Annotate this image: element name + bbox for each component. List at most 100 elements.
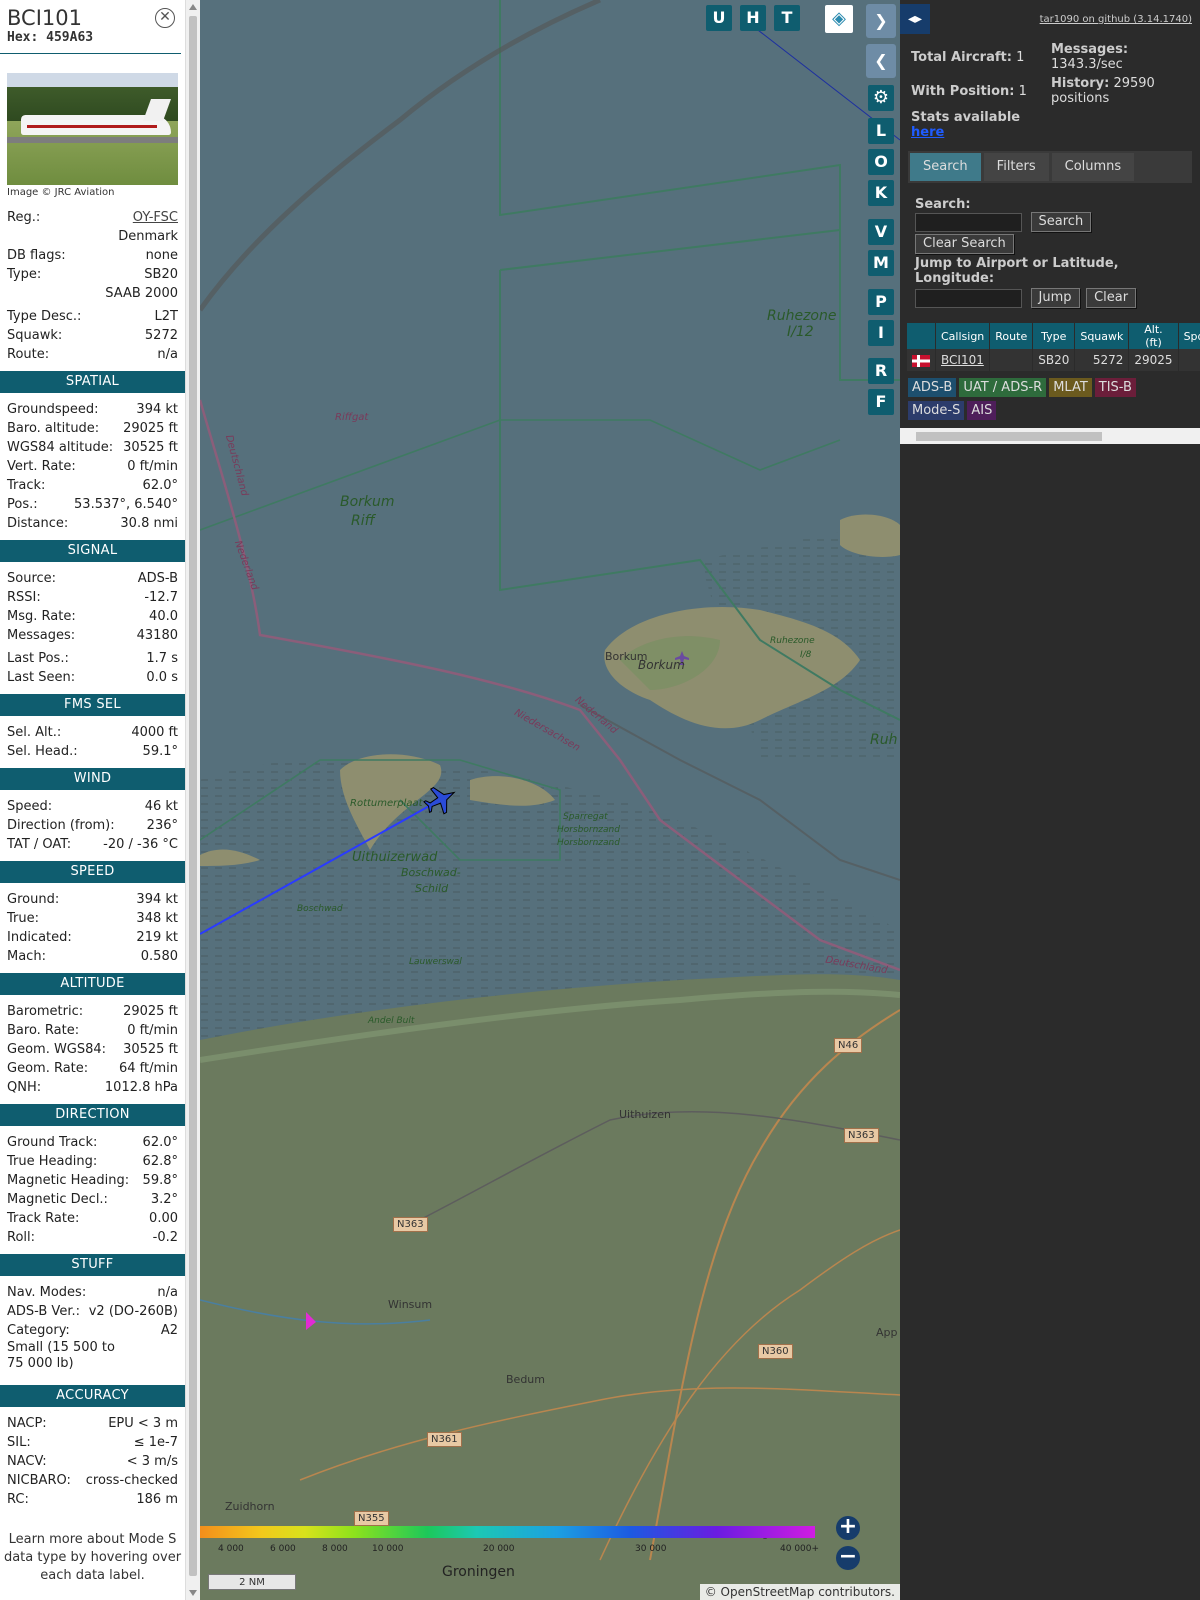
tab-search[interactable]: Search	[910, 153, 981, 181]
toggle-sidebar-button[interactable]: ◂▸	[900, 4, 930, 34]
detail-label[interactable]: Track Rate:	[7, 1209, 79, 1228]
detail-label[interactable]: Vert. Rate:	[7, 457, 76, 476]
detail-label[interactable]: Small (15 500 to 75 000 lb)	[7, 1340, 117, 1378]
cell-route	[989, 349, 1034, 371]
map-button-f[interactable]: F	[868, 389, 894, 415]
detail-label[interactable]: Distance:	[7, 514, 68, 533]
stats-link[interactable]: here	[911, 125, 944, 140]
column-header[interactable]: Squawk	[1074, 323, 1130, 349]
map-button-o[interactable]: O	[868, 149, 894, 175]
detail-label[interactable]: QNH:	[7, 1078, 41, 1097]
detail-label[interactable]: Geom. Rate:	[7, 1059, 88, 1078]
detail-label[interactable]: RSSI:	[7, 588, 41, 607]
expand-panel-button[interactable]: ❯	[866, 4, 896, 38]
detail-label[interactable]: True:	[7, 909, 39, 928]
column-header[interactable]: Alt. (ft)	[1128, 323, 1179, 349]
collapse-panel-button[interactable]: ❮	[866, 44, 896, 78]
info-panel-scrollbar[interactable]	[185, 0, 200, 1600]
column-header[interactable]: Spd.	[1178, 323, 1200, 349]
detail-label[interactable]: Reg.:	[7, 208, 40, 227]
table-row[interactable]: BCI101 SB20 5272 29025	[907, 349, 1200, 371]
table-horizontal-scrollbar[interactable]	[900, 428, 1200, 444]
zoom-out-button[interactable]: −	[836, 1546, 860, 1570]
detail-label[interactable]: Type:	[7, 265, 41, 284]
column-header[interactable]: Route	[989, 323, 1034, 349]
detail-label[interactable]: NICBARO:	[7, 1471, 71, 1490]
detail-label[interactable]: Magnetic Decl.:	[7, 1190, 108, 1209]
detail-label[interactable]: Category:	[7, 1321, 70, 1340]
detail-label[interactable]: Speed:	[7, 797, 52, 816]
map[interactable]: Riffgat Borkum Riff Borkum Borkum Ruhezone I/1…	[200, 0, 900, 1600]
tab-filters[interactable]: Filters	[983, 153, 1049, 181]
detail-label[interactable]: Last Pos.:	[7, 649, 69, 668]
detail-label[interactable]: DB flags:	[7, 246, 66, 265]
search-button[interactable]: Search	[1030, 212, 1092, 232]
detail-label[interactable]: Route:	[7, 345, 49, 364]
detail-label[interactable]: NACV:	[7, 1452, 47, 1471]
detail-label[interactable]: NACP:	[7, 1414, 47, 1433]
detail-value[interactable]: OY-FSC	[133, 208, 178, 227]
detail-label[interactable]: Roll:	[7, 1228, 35, 1247]
detail-label[interactable]: WGS84 altitude:	[7, 438, 113, 457]
close-icon[interactable]: ✕	[155, 8, 175, 28]
detail-label[interactable]: Indicated:	[7, 928, 72, 947]
detail-label[interactable]: Source:	[7, 569, 56, 588]
detail-label[interactable]: Msg. Rate:	[7, 607, 76, 626]
aircraft-photo[interactable]	[7, 73, 178, 185]
detail-label[interactable]: Track:	[7, 476, 45, 495]
jump-button[interactable]: Jump	[1030, 288, 1080, 308]
map-button-i[interactable]: I	[868, 320, 894, 346]
detail-label[interactable]: Last Seen:	[7, 668, 75, 687]
detail-label[interactable]: Ground Track:	[7, 1133, 97, 1152]
tab-columns[interactable]: Columns	[1051, 153, 1135, 181]
detail-label[interactable]: RC:	[7, 1490, 29, 1509]
clear-button[interactable]: Clear	[1086, 288, 1137, 308]
column-header[interactable]: Type	[1032, 323, 1076, 349]
detail-label[interactable]: Groundspeed:	[7, 400, 98, 419]
detail-label[interactable]: ADS-B Ver.:	[7, 1302, 80, 1321]
map-button-r[interactable]: R	[868, 358, 894, 384]
detail-label[interactable]: Sel. Alt.:	[7, 723, 61, 742]
detail-label[interactable]: Pos.:	[7, 495, 38, 514]
map-place-label: Bedum	[506, 1373, 545, 1386]
settings-gear-icon[interactable]: ⚙	[868, 85, 894, 111]
clear-search-button[interactable]: Clear Search	[915, 234, 1014, 254]
detail-label[interactable]: Barometric:	[7, 1002, 83, 1021]
map-button-p[interactable]: P	[868, 289, 894, 315]
detail-value: 59.8°	[142, 1173, 178, 1188]
detail-label[interactable]: Geom. WGS84:	[7, 1040, 106, 1059]
zoom-in-button[interactable]: +	[836, 1516, 860, 1540]
detail-label[interactable]: Magnetic Heading:	[7, 1171, 129, 1190]
detail-row: Groundspeed: 394 kt	[7, 400, 178, 419]
jump-input[interactable]	[915, 288, 1022, 308]
detail-label[interactable]: Baro. Rate:	[7, 1021, 79, 1040]
map-button-t[interactable]: T	[774, 5, 800, 31]
detail-label[interactable]: Type Desc.:	[7, 307, 81, 326]
column-header[interactable]: Callsign	[935, 323, 991, 349]
search-input[interactable]	[915, 212, 1022, 232]
detail-label[interactable]: Ground:	[7, 890, 59, 909]
detail-label[interactable]: Mach:	[7, 947, 46, 966]
detail-label[interactable]: Nav. Modes:	[7, 1283, 86, 1302]
column-header[interactable]	[907, 323, 936, 349]
detail-label[interactable]: SIL:	[7, 1433, 31, 1452]
detail-label[interactable]: True Heading:	[7, 1152, 97, 1171]
layers-icon[interactable]: ◈	[825, 5, 853, 33]
detail-row: Direction (from): 236°	[7, 816, 178, 835]
detail-label[interactable]: Baro. altitude:	[7, 419, 99, 438]
github-link[interactable]: tar1090 on github (3.14.1740)	[1040, 14, 1192, 25]
section-rows: Groundspeed: 394 kt Baro. altitude: 29025 f…	[0, 400, 185, 533]
osm-link[interactable]: OpenStreetMap	[721, 1585, 815, 1599]
map-button-v[interactable]: V	[868, 219, 894, 245]
map-button-m[interactable]: M	[868, 250, 894, 276]
detail-label[interactable]: Squawk:	[7, 326, 62, 345]
map-button-k[interactable]: K	[868, 180, 894, 206]
detail-label[interactable]: Direction (from):	[7, 816, 115, 835]
cell-callsign[interactable]: BCI101	[935, 349, 991, 371]
detail-label[interactable]: TAT / OAT:	[7, 835, 71, 854]
map-button-h[interactable]: H	[740, 5, 766, 31]
map-button-l[interactable]: L	[868, 118, 894, 144]
detail-label[interactable]: Messages:	[7, 626, 75, 645]
map-button-u[interactable]: U	[706, 5, 732, 31]
detail-label[interactable]: Sel. Head.:	[7, 742, 78, 761]
